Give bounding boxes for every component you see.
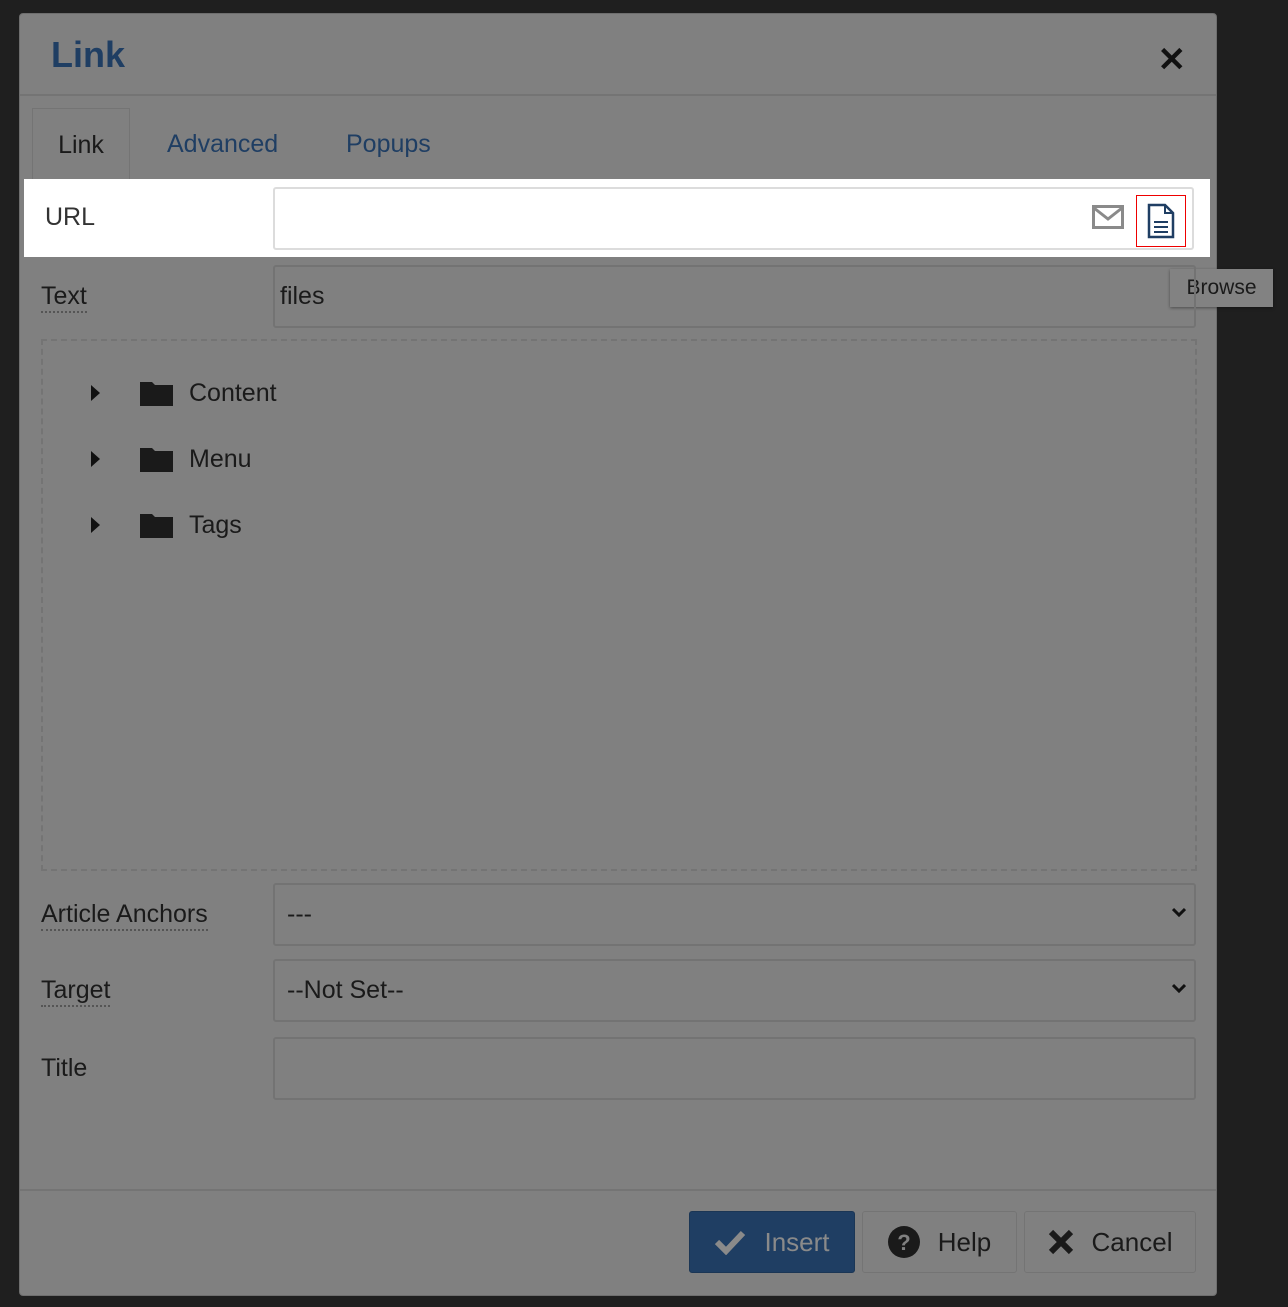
svg-text:?: ? — [897, 1230, 910, 1255]
tree-item-content[interactable]: Content — [91, 373, 277, 413]
caret-right-icon[interactable] — [91, 385, 100, 401]
file-icon — [1147, 203, 1175, 239]
help-button[interactable]: ? Help — [862, 1211, 1017, 1273]
close-icon[interactable]: ✕ — [1158, 40, 1187, 80]
help-label: Help — [937, 1226, 992, 1257]
chevron-down-icon — [1172, 983, 1186, 994]
target-label: Target — [41, 976, 111, 1007]
tab-link[interactable]: Link — [32, 108, 130, 180]
tree-item-menu[interactable]: Menu — [91, 439, 252, 479]
dialog-header: Link ✕ — [20, 14, 1216, 96]
anchors-select[interactable]: --- — [273, 883, 1196, 946]
url-row: URL — [24, 179, 1210, 257]
title-input[interactable] — [273, 1037, 1196, 1100]
browse-button[interactable] — [1136, 195, 1186, 247]
folder-icon — [140, 382, 173, 406]
cancel-label: Cancel — [1091, 1226, 1173, 1257]
dialog-title: Link — [51, 34, 126, 75]
tree-item-label: Tags — [189, 510, 242, 539]
tree-item-label: Menu — [189, 444, 252, 473]
text-input[interactable]: files — [273, 265, 1196, 328]
link-dialog: Link ✕ Link Advanced Popups URL Browse T… — [19, 13, 1273, 1296]
tree-item-label: Content — [189, 378, 277, 407]
tab-popups[interactable]: Popups — [346, 108, 431, 180]
tree-item-tags[interactable]: Tags — [91, 505, 242, 545]
cancel-button[interactable]: Cancel — [1024, 1211, 1196, 1273]
target-value: --Not Set-- — [287, 976, 404, 1004]
folder-icon — [140, 448, 173, 472]
url-input[interactable] — [273, 187, 1194, 250]
caret-right-icon[interactable] — [91, 517, 100, 533]
question-circle-icon: ? — [887, 1226, 920, 1258]
url-label: URL — [45, 203, 96, 231]
close-icon — [1048, 1229, 1073, 1255]
title-label: Title — [41, 1054, 88, 1082]
text-label: Text — [41, 282, 87, 313]
link-browser-tree: Content Menu Tags — [41, 339, 1197, 871]
check-icon — [715, 1230, 746, 1255]
envelope-icon[interactable] — [1092, 205, 1124, 229]
chevron-down-icon — [1172, 907, 1186, 918]
insert-button[interactable]: Insert — [689, 1211, 855, 1273]
anchors-label: Article Anchors — [41, 900, 208, 931]
insert-label: Insert — [764, 1226, 830, 1257]
folder-icon — [140, 514, 173, 538]
tab-advanced[interactable]: Advanced — [167, 108, 278, 180]
target-select[interactable]: --Not Set-- — [273, 959, 1196, 1022]
caret-right-icon[interactable] — [91, 451, 100, 467]
anchors-value: --- — [287, 900, 312, 928]
dialog-footer — [20, 1189, 1216, 1191]
